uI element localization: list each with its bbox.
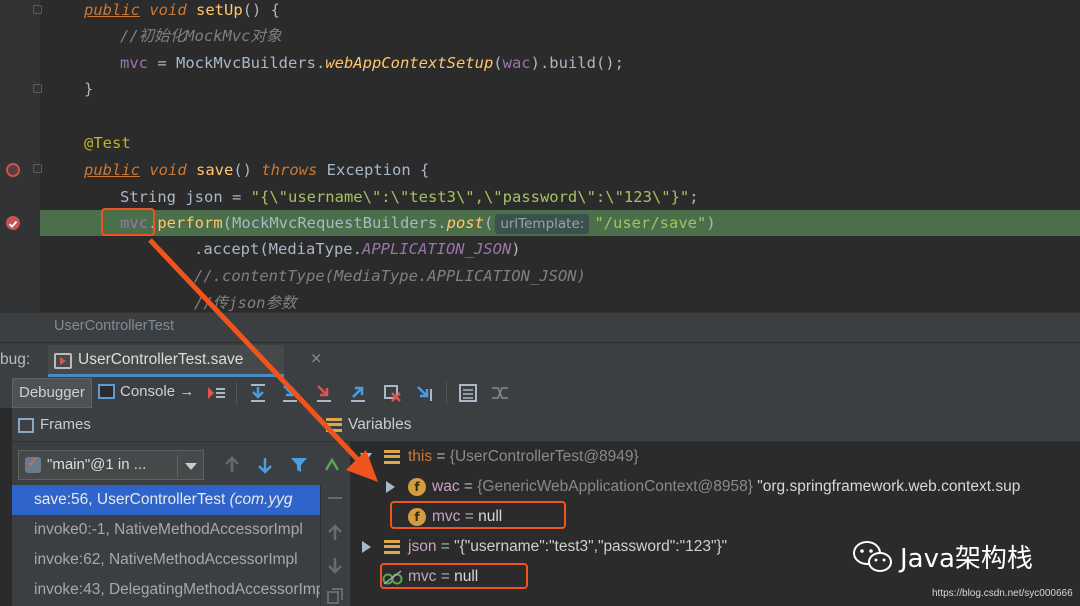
move-up-icon[interactable] bbox=[327, 524, 343, 542]
code-line-perform[interactable]: mvc.perform(MockMvcRequestBuilders.post(… bbox=[120, 210, 716, 236]
fold-marker[interactable] bbox=[33, 84, 42, 93]
field-icon: f bbox=[408, 478, 426, 496]
restore-icon[interactable] bbox=[324, 456, 340, 474]
force-step-into-icon[interactable] bbox=[314, 383, 334, 403]
breakpoint-check-icon bbox=[8, 220, 18, 228]
move-down-icon[interactable] bbox=[327, 556, 343, 574]
step-into-icon[interactable] bbox=[280, 383, 300, 403]
code-line-setup[interactable]: public void setUp() { bbox=[84, 0, 280, 23]
frame-row[interactable]: invoke0:-1, NativeMethodAccessorImpl bbox=[12, 515, 320, 545]
string-icon bbox=[384, 540, 400, 554]
tab-console[interactable]: Console → bbox=[96, 378, 202, 408]
object-icon bbox=[384, 450, 400, 464]
run-config-icon bbox=[54, 353, 72, 369]
editor-gutter[interactable] bbox=[0, 0, 42, 312]
variable-row-wac[interactable]: f wac = {GenericWebApplicationContext@89… bbox=[382, 472, 1080, 502]
annotation-box-mvc-field bbox=[390, 501, 566, 529]
variables-title: Variables bbox=[348, 416, 412, 433]
debug-session-tab[interactable]: UserControllerTest.save × bbox=[48, 345, 323, 377]
debug-tool-window-tabs: bug: UserControllerTest.save × bbox=[0, 342, 1080, 378]
frames-panel: Frames "main"@1 in ... save:56, UserCont… bbox=[12, 408, 348, 606]
thread-selector-value: "main"@1 in ... bbox=[47, 456, 147, 473]
breakpoint-disabled-icon[interactable] bbox=[6, 163, 20, 177]
frame-row[interactable]: invoke:43, DelegatingMethodAccessorImpl bbox=[12, 575, 320, 605]
step-out-icon[interactable] bbox=[348, 383, 368, 403]
code-line-save[interactable]: public void save() throws Exception { bbox=[84, 157, 429, 183]
fold-marker[interactable] bbox=[33, 5, 42, 14]
variable-row-this[interactable]: this = {UserControllerTest@8949} bbox=[358, 442, 1058, 472]
code-line-close-brace[interactable]: } bbox=[84, 76, 93, 102]
evaluate-expression-icon[interactable] bbox=[458, 383, 478, 403]
watermark-text: Java架构栈 bbox=[900, 544, 1033, 574]
chevron-right-icon[interactable] bbox=[362, 541, 371, 553]
variables-side-bar bbox=[348, 442, 350, 606]
frames-side-toolbar bbox=[320, 484, 348, 606]
step-over-icon[interactable] bbox=[248, 383, 268, 403]
watermark: Java架构栈 bbox=[852, 536, 1072, 580]
toolbar-separator bbox=[446, 382, 447, 404]
close-icon[interactable]: × bbox=[310, 349, 323, 367]
chevron-right-icon[interactable] bbox=[386, 481, 395, 493]
code-line-content-type-comment[interactable]: //.contentType(MediaType.APPLICATION_JSO… bbox=[194, 263, 586, 289]
parameter-hint: urlTemplate: bbox=[495, 214, 590, 234]
fold-marker[interactable] bbox=[33, 164, 42, 173]
debugger-toolbar: Debugger Console → bbox=[0, 378, 1080, 408]
annotation-box-mvc-watch bbox=[380, 563, 528, 589]
code-line-annotation[interactable]: @Test bbox=[84, 130, 131, 156]
code-editor[interactable]: public void setUp() { //初始化MockMvc对象 mvc… bbox=[0, 0, 1080, 312]
frame-row[interactable]: save:56, UserControllerTest (com.yyg bbox=[12, 485, 320, 515]
variables-header: Variables bbox=[326, 408, 1080, 442]
frames-header: Frames bbox=[12, 408, 348, 442]
annotation-box-mvc-code bbox=[101, 208, 155, 236]
wechat-icon bbox=[853, 541, 892, 572]
frame-row[interactable]: invoke:62, NativeMethodAccessorImpl bbox=[12, 545, 320, 575]
console-icon bbox=[98, 384, 115, 399]
toolbar-separator bbox=[236, 382, 237, 404]
trace-current-stream-icon[interactable] bbox=[490, 383, 510, 403]
watermark-url: https://blog.csdn.net/syc000666 bbox=[932, 588, 1073, 599]
thread-selector[interactable]: "main"@1 in ... bbox=[18, 450, 204, 480]
code-line-json-param-comment[interactable]: //传json参数 bbox=[194, 290, 297, 312]
drop-frame-icon[interactable] bbox=[382, 383, 402, 403]
breadcrumb-class[interactable]: UserControllerTest bbox=[54, 318, 174, 334]
code-line-accept[interactable]: .accept(MediaType.APPLICATION_JSON) bbox=[194, 236, 521, 262]
debug-label: bug: bbox=[0, 351, 31, 368]
arrow-up-icon[interactable] bbox=[224, 456, 240, 474]
frames-title: Frames bbox=[40, 416, 91, 433]
variables-icon bbox=[326, 418, 342, 432]
code-line-json[interactable]: String json = "{\"username\":\"test3\",\… bbox=[120, 184, 699, 210]
debug-session-tab-label: UserControllerTest.save bbox=[78, 351, 244, 368]
code-line-mvc-init[interactable]: mvc = MockMvcBuilders.webAppContextSetup… bbox=[120, 50, 624, 76]
breadcrumb[interactable]: UserControllerTest bbox=[0, 312, 1080, 342]
filter-icon[interactable] bbox=[290, 456, 308, 474]
breakpoint-icon[interactable] bbox=[6, 216, 20, 230]
code-line-comment[interactable]: //初始化MockMvc对象 bbox=[120, 23, 282, 49]
chevron-down-icon[interactable] bbox=[360, 453, 372, 462]
tab-debugger[interactable]: Debugger bbox=[12, 378, 92, 408]
minus-icon[interactable] bbox=[327, 496, 343, 500]
show-execution-point-icon[interactable] bbox=[206, 383, 226, 403]
run-to-cursor-icon[interactable] bbox=[416, 383, 436, 403]
pin-arrow-icon: → bbox=[179, 383, 195, 400]
thread-icon bbox=[25, 455, 41, 473]
chevron-down-icon[interactable] bbox=[177, 455, 197, 477]
arrow-down-icon[interactable] bbox=[257, 456, 273, 474]
copy-icon[interactable] bbox=[327, 588, 343, 604]
frames-icon bbox=[18, 418, 34, 433]
